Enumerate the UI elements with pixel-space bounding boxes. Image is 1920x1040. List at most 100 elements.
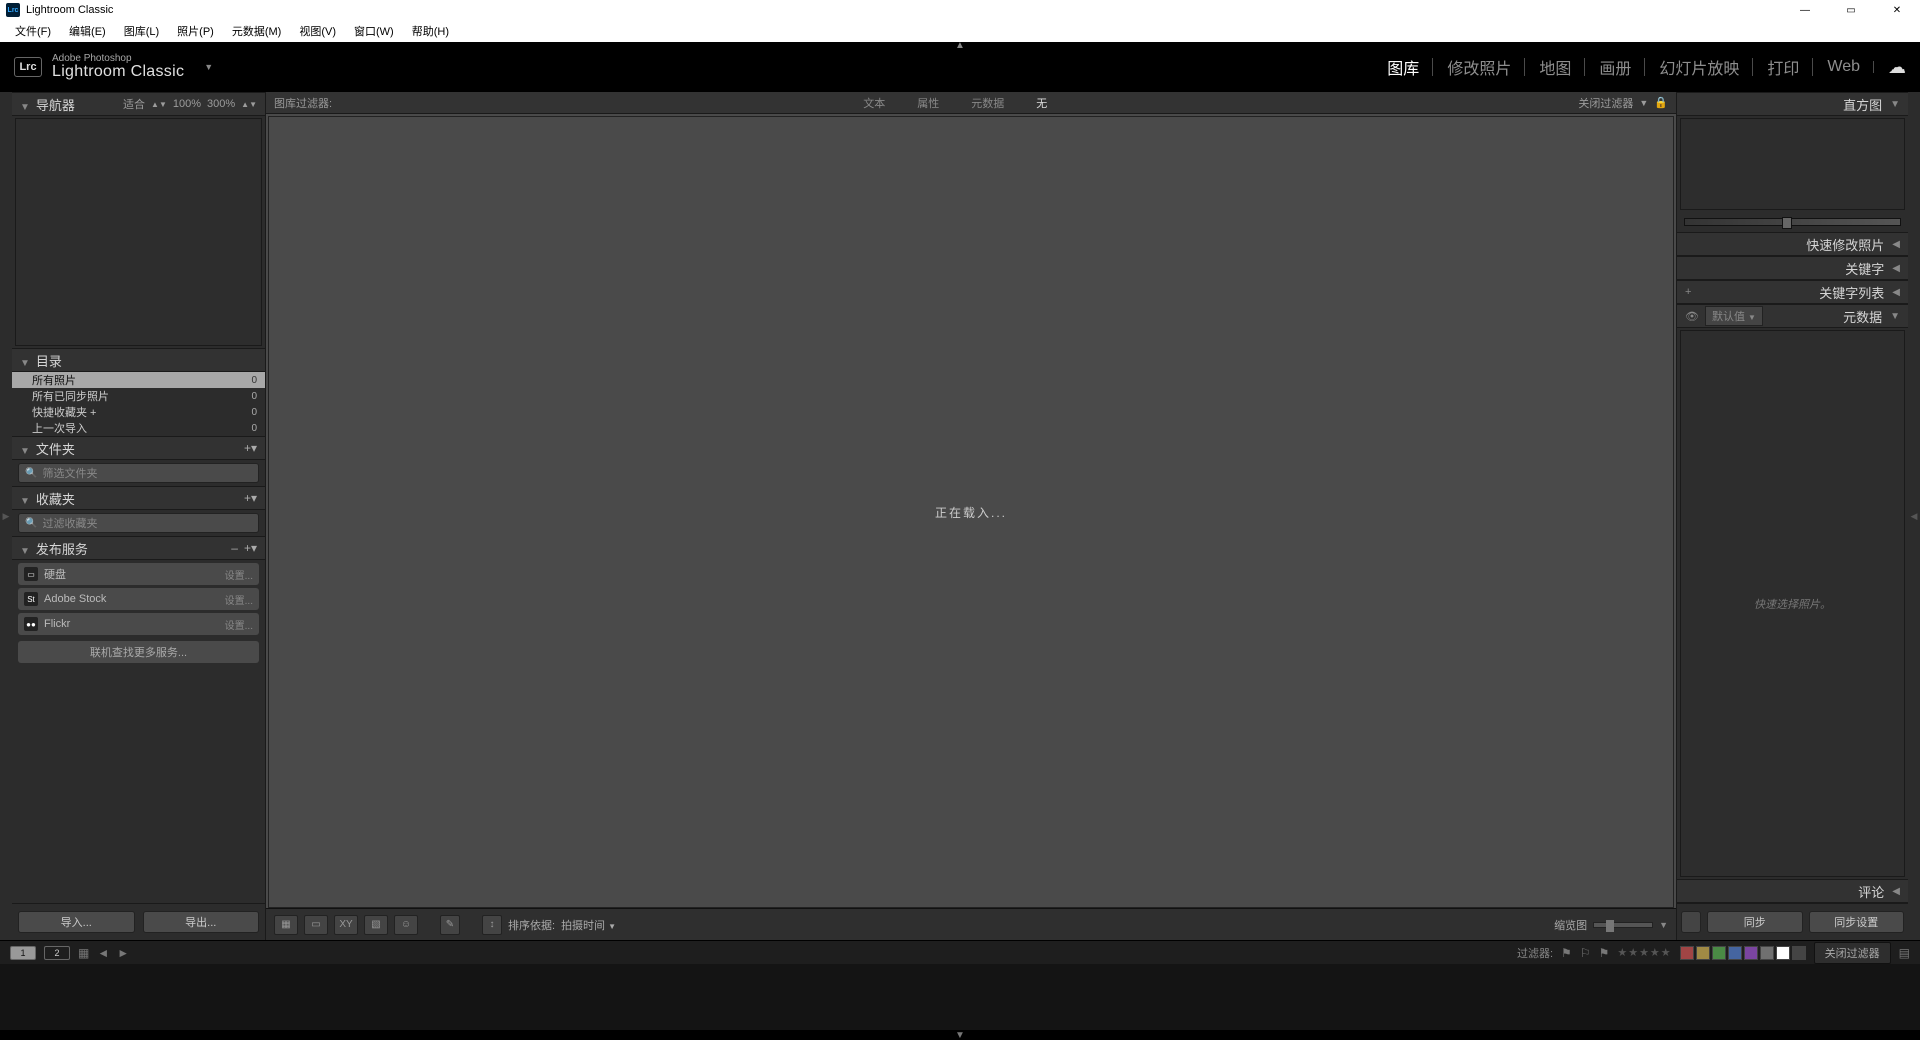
compare-view-button[interactable]: XY — [334, 915, 358, 935]
catalog-item[interactable]: 上一次导入0 — [12, 420, 265, 436]
color-filter-swatch[interactable] — [1744, 946, 1758, 960]
next-icon[interactable]: ► — [117, 946, 129, 960]
flag-reject-icon[interactable]: ⚑ — [1599, 946, 1610, 960]
module-tab[interactable]: 图库 — [1373, 55, 1433, 79]
add-folder-button[interactable]: +▾ — [244, 441, 257, 455]
sort-direction-button[interactable]: ↕ — [482, 915, 502, 935]
publish-header[interactable]: ▼发布服务 – +▾ — [12, 536, 265, 560]
rating-filter[interactable]: ★★★★★ — [1617, 946, 1671, 959]
module-tab[interactable]: 地图 — [1525, 55, 1585, 79]
left-panel-collapse[interactable]: ▶ — [0, 92, 12, 940]
filter-tab[interactable]: 属性 — [917, 95, 939, 111]
module-tab[interactable]: Web — [1813, 58, 1874, 76]
color-filter-swatch[interactable] — [1696, 946, 1710, 960]
minimize-button[interactable]: — — [1782, 0, 1828, 20]
keyword-list-header[interactable]: + 关键字列表 ◀ — [1677, 280, 1908, 304]
module-tab[interactable]: 幻灯片放映 — [1645, 55, 1753, 79]
collapse-top-icon[interactable]: ▲ — [955, 40, 965, 51]
filter-tab[interactable]: 元数据 — [971, 95, 1004, 111]
filmstrip[interactable] — [0, 964, 1920, 1030]
maximize-button[interactable]: ▭ — [1828, 0, 1874, 20]
sync-button[interactable]: 同步 — [1707, 911, 1803, 933]
histogram-header[interactable]: 直方图 ▼ — [1677, 92, 1908, 116]
color-filter-swatch[interactable] — [1712, 946, 1726, 960]
module-tab[interactable]: 画册 — [1585, 55, 1645, 79]
module-tab[interactable]: 修改照片 — [1433, 55, 1525, 79]
module-tab[interactable]: 打印 — [1753, 55, 1813, 79]
close-filter-button[interactable]: 关闭过滤器 — [1814, 942, 1891, 964]
filmstrip-collapse[interactable]: ▼ — [0, 1030, 1920, 1040]
flag-pick-icon[interactable]: ⚑ — [1561, 946, 1572, 960]
folder-filter-input[interactable]: 🔍 筛选文件夹 — [18, 463, 259, 483]
sort-value[interactable]: 拍摄时间 ▼ — [561, 917, 616, 933]
identity-plate-menu[interactable]: ▼ — [204, 62, 213, 72]
metadata-header[interactable]: 👁 默认值 ▼ 元数据 ▼ — [1677, 304, 1908, 328]
keywords-header[interactable]: 关键字 ◀ — [1677, 256, 1908, 280]
flag-unpick-icon[interactable]: ⚐ — [1580, 946, 1591, 960]
grid-view-button[interactable]: ▦ — [274, 915, 298, 935]
close-filter-label[interactable]: 关闭过滤器 — [1578, 95, 1633, 111]
prev-icon[interactable]: ◄ — [97, 946, 109, 960]
screen-1-button[interactable]: 1 — [10, 946, 36, 960]
color-filter-swatch[interactable] — [1728, 946, 1742, 960]
screen-2-button[interactable]: 2 — [44, 946, 70, 960]
menu-item[interactable]: 图库(L) — [115, 21, 168, 41]
color-filter-swatch[interactable] — [1776, 946, 1790, 960]
navigator-header[interactable]: ▼导航器 适合▲▼ 100% 300%▲▼ — [12, 92, 265, 116]
menu-item[interactable]: 照片(P) — [168, 21, 223, 41]
nav-zoom1[interactable]: 100% — [173, 98, 201, 110]
collection-filter-input[interactable]: 🔍 过滤收藏夹 — [18, 513, 259, 533]
menu-item[interactable]: 帮助(H) — [403, 21, 458, 41]
add-keyword-button[interactable]: + — [1685, 286, 1691, 298]
publish-service[interactable]: ▭硬盘设置... — [18, 563, 259, 585]
color-filter-swatch[interactable] — [1760, 946, 1774, 960]
menu-item[interactable]: 编辑(E) — [60, 21, 115, 41]
filter-tab[interactable]: 无 — [1036, 95, 1047, 111]
right-panel-collapse[interactable]: ◀ — [1908, 92, 1920, 940]
cloud-sync-icon[interactable]: ☁ — [1888, 57, 1906, 78]
publish-minus-button[interactable]: – — [231, 541, 238, 555]
publish-service[interactable]: StAdobe Stock设置... — [18, 588, 259, 610]
folders-header[interactable]: ▼文件夹 +▾ — [12, 436, 265, 460]
lock-icon[interactable]: 🔒 — [1654, 96, 1668, 109]
grid-icon[interactable]: ▦ — [78, 946, 89, 960]
metadata-preset[interactable]: 默认值 ▼ — [1705, 306, 1763, 326]
nav-zoom2[interactable]: 300% — [207, 98, 235, 110]
menu-item[interactable]: 视图(V) — [290, 21, 345, 41]
thumbnail-size-slider[interactable] — [1593, 922, 1653, 928]
publish-plus-button[interactable]: +▾ — [244, 541, 257, 555]
search-icon: 🔍 — [25, 518, 37, 529]
filter-tab[interactable]: 文本 — [863, 95, 885, 111]
sort-label: 排序依据: — [508, 917, 555, 933]
add-collection-button[interactable]: +▾ — [244, 491, 257, 505]
survey-view-button[interactable]: ▧ — [364, 915, 388, 935]
import-button[interactable]: 导入... — [18, 911, 135, 933]
sync-settings-button[interactable]: 同步设置 — [1809, 911, 1905, 933]
sync-toggle[interactable] — [1681, 911, 1701, 933]
menu-item[interactable]: 窗口(W) — [345, 21, 403, 41]
catalog-item[interactable]: 快捷收藏夹 +0 — [12, 404, 265, 420]
color-filter-swatch[interactable] — [1792, 946, 1806, 960]
chevron-down-icon[interactable]: ▼ — [1639, 98, 1648, 108]
comments-header[interactable]: 评论 ◀ — [1677, 879, 1908, 903]
catalog-item[interactable]: 所有照片0 — [12, 372, 265, 388]
collections-header[interactable]: ▼收藏夹 +▾ — [12, 486, 265, 510]
close-button[interactable]: ✕ — [1874, 0, 1920, 20]
people-view-button[interactable]: ☺ — [394, 915, 418, 935]
export-button[interactable]: 导出... — [143, 911, 260, 933]
loupe-view-button[interactable]: ▭ — [304, 915, 328, 935]
menu-item[interactable]: 元数据(M) — [223, 21, 291, 41]
spray-tool-button[interactable]: ✎ — [440, 915, 460, 935]
toolbar-menu-icon[interactable]: ▼ — [1659, 920, 1668, 930]
quickdev-header[interactable]: 快速修改照片 ◀ — [1677, 232, 1908, 256]
catalog-header[interactable]: ▼目录 — [12, 348, 265, 372]
filter-lock-icon[interactable]: ▤ — [1899, 946, 1910, 960]
menu-item[interactable]: 文件(F) — [6, 21, 60, 41]
eye-icon[interactable]: 👁 — [1685, 310, 1699, 323]
color-filter-swatch[interactable] — [1680, 946, 1694, 960]
histogram-slider[interactable] — [1680, 214, 1905, 230]
catalog-item[interactable]: 所有已同步照片0 — [12, 388, 265, 404]
publish-service[interactable]: ●●Flickr设置... — [18, 613, 259, 635]
nav-fit[interactable]: 适合 — [123, 96, 145, 112]
find-more-services[interactable]: 联机查找更多服务... — [18, 641, 259, 663]
